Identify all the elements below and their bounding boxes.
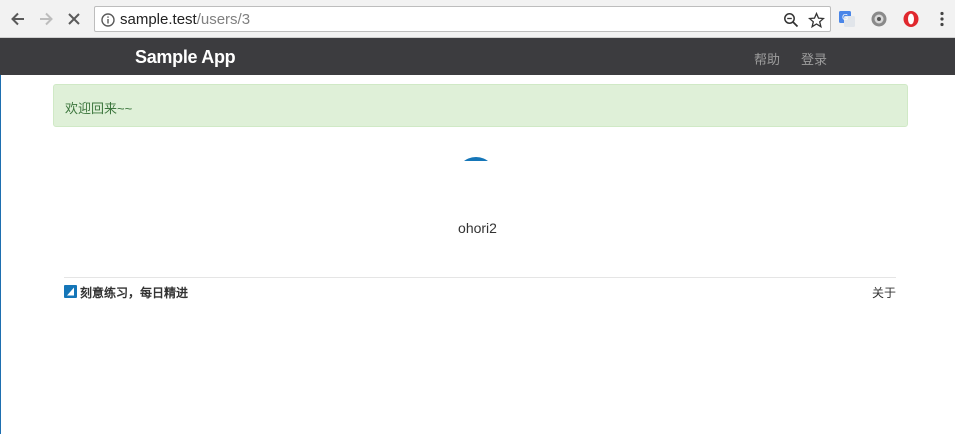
nav-link-help[interactable]: 帮助 [754,49,780,68]
back-arrow-icon[interactable] [8,9,28,29]
zoom-icon[interactable] [782,11,800,29]
extension-icon[interactable] [869,9,889,29]
flash-success-alert: 欢迎回来~~ [53,84,908,127]
address-bar[interactable]: sample.test/users/3 [94,6,831,32]
kebab-menu-icon[interactable] [932,9,952,29]
opera-extension-icon[interactable] [901,9,921,29]
translate-extension-icon[interactable]: G [837,9,857,29]
brand-link[interactable]: Sample App [135,47,236,68]
profile-username: ohori2 [458,220,497,236]
footer-divider [64,277,896,278]
bookmark-star-icon[interactable] [807,11,825,29]
window-edge [0,38,1,434]
forward-arrow-icon[interactable] [36,9,56,29]
footer-slogan[interactable]: 刻意练习，每日精进 [80,284,188,301]
nav-link-login[interactable]: 登录 [801,49,827,68]
svg-text:G: G [842,13,848,22]
avatar [456,157,496,161]
url-text[interactable]: sample.test/users/3 [120,11,250,28]
footer-logo-icon [64,285,77,298]
browser-toolbar: sample.test/users/3 G [0,0,955,38]
url-host: sample.test [120,11,197,28]
flash-message: 欢迎回来~~ [65,101,133,116]
url-path: /users/3 [196,11,251,28]
stop-loading-icon[interactable] [64,9,84,29]
footer-about-link[interactable]: 关于 [872,284,896,301]
app-navbar: Sample App 帮助 登录 [0,38,955,75]
user-avatar [456,157,496,161]
site-info-icon[interactable] [99,11,117,29]
